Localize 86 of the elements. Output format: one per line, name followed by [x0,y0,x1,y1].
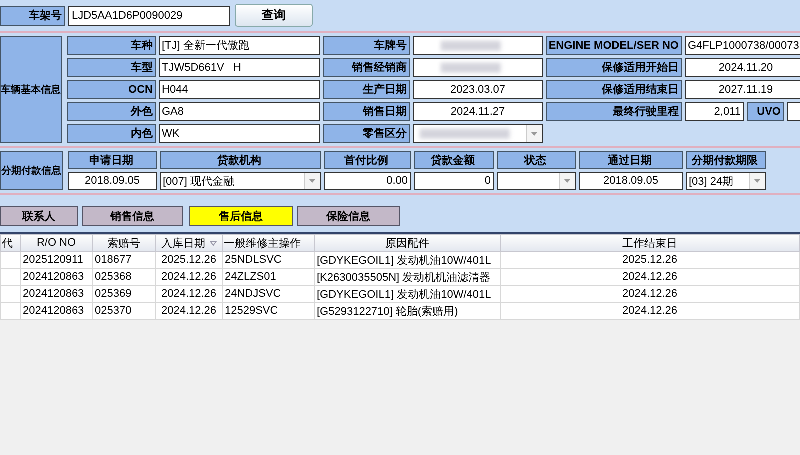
table-cell: [K2630035505N] 发动机机油滤清器 [317,272,491,284]
table-cell: 2024.12.26 [622,288,678,300]
dropdown[interactable]: [007] 现代金融 [160,172,321,190]
input-field[interactable]: 2024.11.20 [685,58,800,77]
field-label: 外色 [67,102,156,121]
field-label: 销售经销商 [323,58,410,77]
dropdown[interactable] [413,124,543,143]
table-cell: 25NDLSVC [225,254,282,266]
search-button[interactable]: 查询 [235,4,313,27]
field-label: UVO [747,102,784,121]
column-header[interactable]: R/O NO [20,234,92,252]
section-title: 车辆基本信息 [0,36,62,143]
table-cell: 2025.12.26 [161,254,217,266]
input-field[interactable]: 2018.09.05 [579,172,683,190]
input-field[interactable]: G4FLP1000738/00073 [685,36,800,55]
input-field[interactable] [413,36,543,55]
blurred-block [441,40,501,50]
section-title: 分期付款信息 [0,151,63,190]
dropdown[interactable] [497,172,576,190]
field-label: OCN [67,80,156,99]
table-cell: [G5293122710] 轮胎(索赔用) [317,306,458,318]
table-cell: 24NDJSVC [225,288,282,300]
field-label: 保修适用结束日 [546,80,682,99]
field-label: 销售日期 [323,102,410,121]
input-field[interactable]: WK [159,124,320,143]
table-cell: 12529SVC [225,305,278,317]
field-label: 最终行驶里程 [546,102,682,121]
column-header[interactable]: 工作结束日 [500,234,800,252]
column-header: 首付比例 [324,151,411,169]
column-header[interactable]: 代 [0,234,20,252]
table-cell: [GDYKEGOIL1] 发动机油10W/401L [317,254,492,266]
field-label: 零售区分 [323,124,410,143]
table-cell: 2024.12.26 [161,305,217,317]
input-field[interactable]: GA8 [159,102,320,121]
column-header[interactable]: 一般维修主操作 [222,234,314,252]
table-cell: 025369 [95,288,132,300]
table-cell: 2024.12.26 [161,271,217,283]
tab[interactable]: 联系人 [0,206,78,226]
column-header: 状态 [497,151,576,169]
column-header: 分期付款期限 [686,151,766,169]
input-field[interactable]: 2024.11.27 [413,102,543,121]
column-header: 通过日期 [579,151,683,169]
tab[interactable]: 售后信息 [189,206,293,226]
table-cell: [GDYKEGOIL1] 发动机油10W/401L [317,288,492,300]
field-label: 保修适用开始日 [546,58,682,77]
field-label: 车种 [67,36,156,55]
blurred-block [441,62,501,72]
table-cell: 2025.12.26 [622,254,678,266]
input-field[interactable]: 0.00 [324,172,411,190]
field-label: 车型 [67,58,156,77]
input-field[interactable]: TJW5D661V H [159,58,320,77]
input-field[interactable]: 0 [414,172,494,190]
table-cell: 2024120863 [23,305,84,317]
input-field[interactable]: 2027.11.19 [685,80,800,99]
tab[interactable]: 保险信息 [297,206,400,226]
table-cell: 2024120863 [23,288,84,300]
tab[interactable]: 销售信息 [82,206,183,226]
field-label: 车架号 [0,6,65,26]
input-field[interactable]: 2018.09.05 [68,172,157,190]
field-label: ENGINE MODEL/SER NO [546,36,682,55]
table-cell: 2024.12.26 [161,288,217,300]
table-cell: 2024120863 [23,271,84,283]
column-header: 申请日期 [68,151,157,169]
column-header: 贷款金额 [414,151,494,169]
column-header[interactable]: 原因配件 [314,234,500,252]
table-cell: 025370 [95,305,132,317]
table-cell: 018677 [95,254,132,266]
table-cell: 2024.12.26 [622,271,678,283]
field-label: 车牌号 [323,36,410,55]
field-label: 内色 [67,124,156,143]
column-header: 贷款机构 [160,151,321,169]
table-cell: 2024.12.26 [622,305,678,317]
input-field[interactable]: LJD5AA1D6P0090029 [68,6,230,26]
column-header[interactable]: 入库日期 [156,234,222,252]
input-field[interactable]: [TJ] 全新一代傲跑 [159,36,320,55]
table-cell: 24ZLZS01 [225,271,276,283]
field-label: 生产日期 [323,80,410,99]
input-field[interactable]: 2023.03.07 [413,80,543,99]
sort-icon[interactable] [210,241,216,246]
input-field[interactable] [413,58,543,77]
input-field[interactable]: H044 [159,80,320,99]
dropdown[interactable]: [03] 24期 [686,172,766,190]
column-header[interactable]: 索赔号 [92,234,156,252]
table-cell: 2025120911 [23,254,84,266]
table-cell: 025368 [95,271,132,283]
input-field[interactable]: 2,011 [685,102,744,121]
